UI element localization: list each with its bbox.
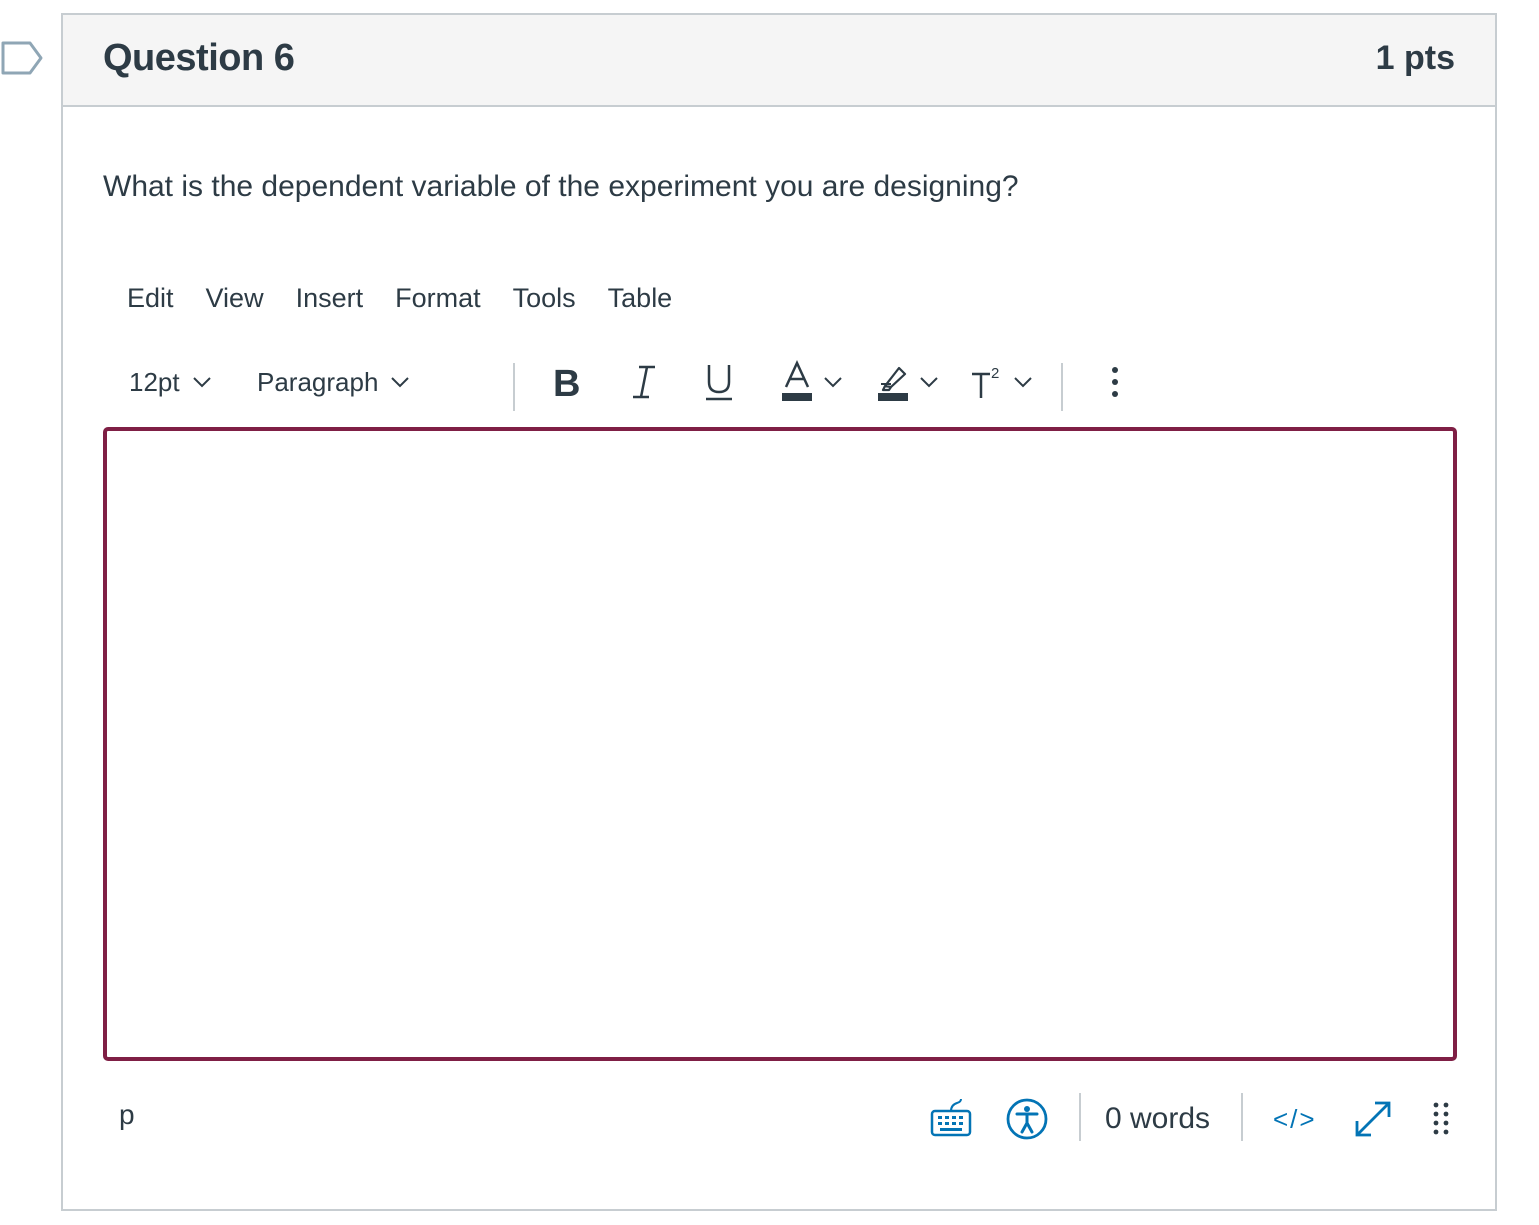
menu-edit[interactable]: Edit (127, 283, 190, 323)
block-format-value: Paragraph (257, 366, 379, 397)
bold-icon: B (553, 363, 580, 402)
font-size-select[interactable]: 12pt (129, 355, 214, 409)
block-format-select[interactable]: Paragraph (257, 355, 412, 409)
element-path[interactable]: p (119, 1099, 135, 1131)
bold-button[interactable]: B (549, 355, 585, 409)
editor-toolbar: 12pt Paragraph B 2 (129, 355, 1118, 411)
italic-icon (633, 365, 655, 399)
fullscreen-button[interactable] (1351, 1091, 1395, 1147)
question-points: 1 pts (1375, 39, 1455, 77)
more-vertical-icon (1112, 367, 1118, 397)
fullscreen-icon (1355, 1101, 1391, 1137)
question-header: Question 6 1 pts (63, 15, 1495, 107)
question-text: What is the dependent variable of the ex… (103, 170, 1019, 203)
question-title: Question 6 (103, 37, 295, 79)
statusbar-divider (1241, 1093, 1243, 1141)
highlight-color-button[interactable] (877, 355, 941, 409)
more-options-button[interactable] (1109, 355, 1121, 409)
chevron-down-icon (824, 377, 842, 388)
menu-table[interactable]: Table (592, 283, 689, 323)
question-card: Question 6 1 pts What is the dependent v… (61, 13, 1497, 1211)
svg-text:B: B (553, 363, 580, 402)
chevron-down-icon (391, 377, 410, 388)
menu-view[interactable]: View (190, 283, 280, 323)
accessibility-checker-button[interactable] (1005, 1091, 1049, 1147)
accessibility-checker-icon (1006, 1098, 1048, 1140)
superscript-button[interactable]: 2 (969, 355, 1035, 409)
rich-text-editor-area[interactable] (103, 427, 1457, 1061)
word-count[interactable]: 0 words (1105, 1091, 1210, 1147)
font-size-value: 12pt (129, 366, 180, 397)
menu-format[interactable]: Format (379, 283, 497, 323)
keyboard-shortcuts-button[interactable] (929, 1091, 973, 1147)
text-color-icon (782, 360, 812, 401)
resize-handle-icon (1433, 1102, 1449, 1135)
chevron-down-icon (192, 377, 211, 388)
underline-icon (706, 365, 732, 401)
html-toggle-label: </> (1273, 1103, 1317, 1134)
keyboard-shortcuts-icon (930, 1098, 972, 1137)
menu-insert[interactable]: Insert (280, 283, 380, 323)
svg-text:2: 2 (991, 365, 999, 382)
chevron-down-icon (1014, 377, 1032, 388)
toolbar-divider (1061, 363, 1063, 411)
resize-handle[interactable] (1431, 1091, 1451, 1147)
bookmark-flag-icon[interactable] (0, 40, 44, 76)
menu-tools[interactable]: Tools (497, 283, 592, 323)
toolbar-divider (513, 363, 515, 411)
word-count-label: 0 words (1105, 1102, 1211, 1135)
underline-button[interactable] (703, 355, 735, 409)
text-color-button[interactable] (781, 355, 845, 409)
superscript-icon: 2 (972, 365, 999, 398)
editor-statusbar: p 0 words </> (103, 1091, 1457, 1151)
statusbar-divider (1079, 1093, 1081, 1141)
highlight-color-icon (878, 366, 908, 401)
html-editor-toggle[interactable]: </> (1273, 1091, 1317, 1147)
editor-menubar: Edit View Insert Format Tools Table (127, 283, 688, 323)
italic-button[interactable] (629, 355, 659, 409)
chevron-down-icon (920, 377, 938, 388)
